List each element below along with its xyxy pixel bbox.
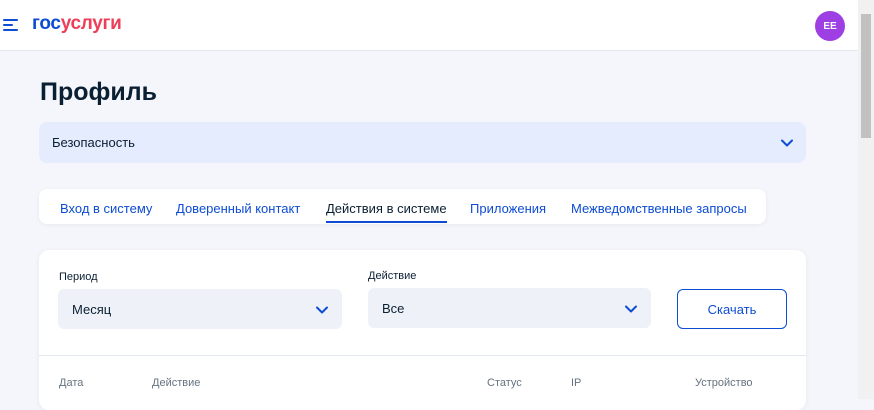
- action-label: Действие: [368, 270, 417, 282]
- actions-card: Период Месяц Действие Все Скачать Дата Д…: [39, 250, 806, 410]
- top-bar: госуслуги ЕЕ: [0, 0, 858, 51]
- tab-system-actions[interactable]: Действия в системе: [326, 201, 447, 223]
- scrollbar-thumb[interactable]: [861, 14, 871, 138]
- avatar[interactable]: ЕЕ: [815, 11, 845, 41]
- tab-trusted-contact[interactable]: Доверенный контакт: [176, 201, 300, 216]
- profile-section-value: Безопасность: [52, 135, 135, 150]
- column-header-device: Устройство: [695, 377, 753, 389]
- chevron-down-icon: [625, 305, 637, 313]
- profile-section-select[interactable]: Безопасность: [39, 122, 806, 163]
- download-button[interactable]: Скачать: [677, 289, 787, 329]
- security-tabs: Вход в систему Доверенный контакт Действ…: [39, 189, 766, 224]
- column-header-status: Статус: [487, 377, 522, 389]
- tab-apps[interactable]: Приложения: [470, 201, 546, 216]
- action-select[interactable]: Все: [368, 288, 651, 328]
- column-header-ip: IP: [571, 377, 582, 389]
- scrollbar[interactable]: [858, 0, 874, 399]
- menu-icon[interactable]: [3, 19, 18, 32]
- column-header-action: Действие: [152, 377, 201, 389]
- action-value: Все: [382, 301, 405, 316]
- divider: [39, 355, 806, 356]
- period-select[interactable]: Месяц: [58, 289, 342, 329]
- column-header-date: Дата: [59, 377, 84, 389]
- period-label: Период: [59, 271, 98, 283]
- chevron-down-icon: [781, 139, 793, 147]
- tab-login[interactable]: Вход в систему: [60, 201, 152, 216]
- logo-part-gos: гос: [32, 13, 61, 34]
- chevron-down-icon: [316, 306, 328, 314]
- gosuslugi-logo[interactable]: госуслуги: [32, 13, 122, 35]
- tab-interagency-requests[interactable]: Межведомственные запросы: [571, 201, 747, 216]
- period-value: Месяц: [72, 302, 112, 317]
- page-title: Профиль: [40, 78, 158, 106]
- logo-part-uslugi: услуги: [60, 13, 122, 34]
